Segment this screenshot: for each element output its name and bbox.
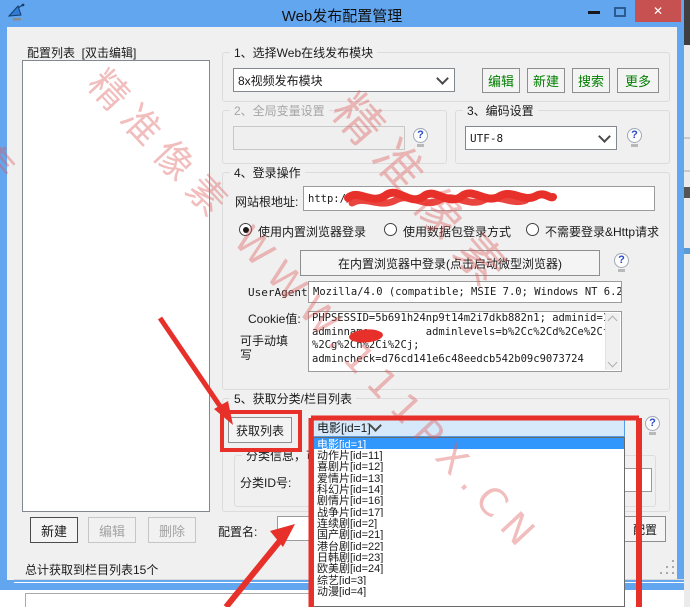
scroll-up-icon[interactable] (608, 316, 618, 326)
help-icon[interactable]: ? (645, 416, 661, 435)
useragent-label: UserAgent (248, 286, 308, 299)
dropdown-item[interactable]: 综艺[id=3] (314, 574, 624, 585)
background-line (684, 170, 690, 172)
cookie-line: adminname= adminlevels=b%2Cc%2Cd%2Ce%2Cf (309, 326, 621, 340)
browser-login-button[interactable]: 在内置浏览器中登录(点击启动微型浏览器) (300, 250, 600, 276)
site-root-label: 网站根地址: (235, 193, 298, 210)
cookie-line: %2Cg%2Ch%2Ci%2Cj; (309, 339, 621, 353)
dropdown-item[interactable]: 剧情片[id=16] (314, 495, 624, 506)
dropdown-item[interactable]: 爱情片[id=13] (314, 472, 624, 483)
dropdown-item[interactable]: 战争片[id=17] (314, 506, 624, 517)
section3-label: 3、编码设置 (463, 102, 538, 119)
dropdown-item[interactable]: 港台剧[id=22] (314, 540, 624, 551)
cookie-scrollbar[interactable] (605, 313, 620, 370)
cookie-label: Cookie值: (248, 310, 301, 327)
module-edit-button[interactable]: 编辑 (482, 68, 520, 93)
resize-grip[interactable] (660, 572, 662, 574)
module-combobox[interactable]: 8x视频发布模块 (233, 68, 455, 92)
screenshot-root: Web发布配置管理 ✕ 配置列表 [双击编辑] 1、选择Web在线发布模块 8x… (0, 0, 690, 607)
manual-fill-label: 可手动填写 (240, 334, 292, 362)
module-combobox-value: 8x视频发布模块 (238, 72, 438, 89)
radio-builtin-browser[interactable] (239, 223, 252, 236)
cookie-textarea[interactable]: PHPSESSID=5b691h24np9t14m2i7dkb882n1; ad… (308, 311, 622, 372)
global-var-input (233, 126, 405, 150)
category-combobox-value: 电影[id=1] (317, 419, 371, 436)
dropdown-item[interactable]: 动漫[id=4] (314, 585, 624, 596)
encoding-combobox[interactable]: UTF-8 (465, 126, 617, 150)
category-dropdown-list[interactable]: 电影[id=1]动作片[id=11]喜剧片[id=12]爱情片[id=13]科幻… (313, 437, 625, 607)
dropdown-item[interactable]: 电影[id=1] (314, 438, 624, 449)
dropdown-item[interactable] (314, 597, 624, 607)
config-delete-button: 删除 (148, 517, 196, 543)
get-list-button[interactable]: 获取列表 (228, 417, 292, 443)
dropdown-item[interactable]: 喜剧片[id=12] (314, 461, 624, 472)
dropdown-item[interactable]: 动作片[id=11] (314, 449, 624, 460)
section1-label: 1、选择Web在线发布模块 (230, 44, 377, 61)
section2-label: 2、全局变量设置 (230, 102, 329, 119)
dropdown-item[interactable]: 连续剧[id=2] (314, 517, 624, 528)
chevron-down-icon (436, 72, 449, 85)
statusbar-text: 总计获取到栏目列表15个 (25, 561, 158, 578)
radio-no-login-label: 不需要登录&Http请求 (545, 223, 659, 240)
cookie-line: PHPSESSID=5b691h24np9t14m2i7dkb882n1; ad… (309, 312, 621, 326)
radio-packet-login-label: 使用数据包登录方式 (403, 223, 511, 240)
module-search-button[interactable]: 搜索 (572, 68, 610, 93)
module-new-button[interactable]: 新建 (527, 68, 565, 93)
category-info-label: 分类信息，可 (242, 447, 322, 464)
help-icon[interactable]: ? (413, 128, 429, 147)
config-edit-button: 编辑 (88, 517, 136, 543)
background-blue-strip (684, 248, 690, 254)
category-combobox[interactable]: 电影[id=1] (313, 417, 625, 437)
dropdown-item[interactable]: 国产剧[id=21] (314, 529, 624, 540)
maximize-icon (614, 7, 626, 17)
background-window-right-sliver (684, 0, 690, 607)
config-name-label: 配置名: (218, 523, 257, 540)
background-line (684, 137, 690, 139)
chevron-down-icon (369, 419, 382, 432)
dropdown-item[interactable]: 科幻片[id=14] (314, 483, 624, 494)
category-id-label: 分类ID号: (240, 474, 291, 491)
help-icon[interactable]: ? (614, 253, 630, 272)
minimize-button[interactable] (582, 0, 606, 24)
site-root-input[interactable]: http:// (303, 186, 655, 211)
config-new-button[interactable]: 新建 (30, 517, 78, 543)
radio-no-login[interactable] (526, 223, 539, 236)
config-list-label: 配置列表 [双击编辑] (27, 44, 136, 61)
scroll-down-icon[interactable] (608, 358, 618, 368)
encoding-value: UTF-8 (470, 132, 600, 145)
section4-label: 4、登录操作 (230, 164, 305, 181)
module-more-button[interactable]: 更多 (617, 68, 659, 93)
config-listbox[interactable] (22, 60, 210, 512)
radio-packet-login[interactable] (384, 223, 397, 236)
useragent-input[interactable]: Mozilla/4.0 (compatible; MSIE 7.0; Windo… (308, 281, 622, 303)
chevron-down-icon (598, 130, 611, 143)
maximize-button[interactable] (608, 0, 632, 24)
dropdown-item[interactable]: 日韩剧[id=23] (314, 551, 624, 562)
help-icon[interactable]: ? (627, 128, 643, 147)
close-button[interactable]: ✕ (635, 0, 681, 22)
minimize-icon (588, 11, 600, 14)
close-icon: ✕ (653, 4, 663, 18)
background-text-fragment (684, 187, 690, 198)
title-bar: Web发布配置管理 ✕ (0, 0, 684, 27)
dropdown-item[interactable]: 欧美剧[id=24] (314, 563, 624, 574)
cookie-line: admincheck=d76cd141e6c48eedcb542b09c9073… (309, 353, 621, 367)
section5-label: 5、获取分类/栏目列表 (230, 390, 356, 407)
background-dark-strip (684, 0, 690, 45)
category-id-input[interactable] (624, 468, 652, 492)
radio-builtin-browser-label: 使用内置浏览器登录 (258, 223, 366, 240)
